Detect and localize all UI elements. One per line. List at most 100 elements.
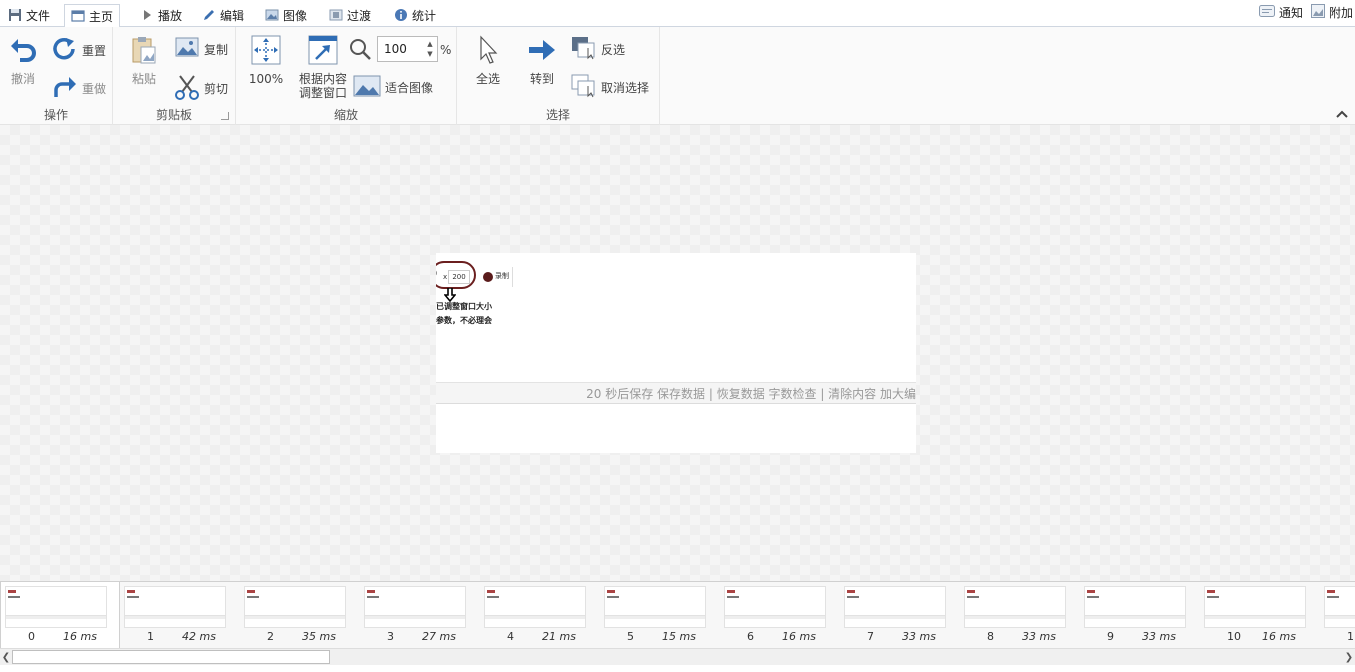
frame-hint-text: 已调整窗口大小 [436,302,492,311]
copy-icon [174,35,200,64]
frame-number: 0 [28,630,35,643]
cursor-icon [476,35,500,68]
frame-number: 5 [627,630,634,643]
frame-item[interactable]: 6 16 ms [720,582,840,648]
image-icon [265,8,279,22]
frame-delay: 42 ms [182,630,216,643]
invert-selection-button[interactable]: 反选 [571,36,625,63]
frame-thumbnail [364,586,466,628]
chevron-right-icon[interactable]: ❯ [1343,649,1355,665]
zoom-spinner[interactable]: ▲ ▼ [423,37,437,61]
status-strip [0,665,1355,672]
frame-item[interactable]: 7 33 ms [840,582,960,648]
frame-item[interactable]: 5 15 ms [600,582,720,648]
extras-icon [1310,4,1325,21]
frame-item[interactable]: 10 16 ms [1200,582,1320,648]
reset-icon [52,36,78,65]
frame-item[interactable]: 11 [1320,582,1355,648]
tab-home[interactable]: 主页 [64,4,121,27]
tab-statistics[interactable]: 统计 [388,4,442,26]
notifications-button[interactable]: 通知 [1258,4,1303,21]
frame-thumbnail [604,586,706,628]
paste-button[interactable]: 粘贴 [129,35,159,86]
frame-delay: 33 ms [902,630,936,643]
invert-selection-icon [571,36,597,63]
tab-edit[interactable]: 编辑 [196,4,250,26]
zoom-100-button[interactable]: 100% [248,35,284,86]
group-label-select: 选择 [545,108,570,122]
ribbon: 撤消 重置 重做 操作 粘贴 复制 剪切 剪贴板 100% 根据内容 调整窗口 … [0,26,1355,126]
tab-label: 主页 [89,9,114,24]
frame-delay: 27 ms [422,630,456,643]
group-select: 全选 转到 反选 取消选择 选择 [457,27,660,126]
frame-item[interactable]: 4 21 ms [480,582,600,648]
extras-label: 附加 [1328,6,1353,20]
redo-icon [52,74,78,103]
fit-image-button[interactable]: 适合图像 [353,75,433,100]
frame-size-separator: x [443,273,448,281]
home-icon [71,9,85,23]
frame-list-scrollbar[interactable]: ❮ ❯ [0,648,1355,665]
zoom-percent-sign: % [440,43,452,57]
frame-delay: 35 ms [302,630,336,643]
copy-button[interactable]: 复制 [174,35,228,64]
frame-number: 10 [1227,630,1241,643]
frame-item[interactable]: 1 42 ms [120,582,240,648]
frame-height-field: 200 [448,270,470,284]
fit-image-icon [353,75,381,100]
frame-thumbnail [1204,586,1306,628]
tab-file[interactable]: 文件 [2,4,56,26]
extras-button[interactable]: 附加 [1310,4,1353,21]
zoom-level-input[interactable]: 100 ▲ ▼ [377,36,438,62]
frame-item[interactable]: 8 33 ms [960,582,1080,648]
fit-window-to-content-button[interactable]: 根据内容 调整窗口 [293,35,353,100]
current-frame-image: 0 x 200 录制 已调整窗口大小 参数，不必理会 20 秒后保存 保存数据 … [436,253,916,453]
tab-image[interactable]: 图像 [259,4,313,26]
frame-item[interactable]: 9 33 ms [1080,582,1200,648]
pencil-icon [202,8,216,22]
frame-item[interactable]: 0 16 ms [0,582,120,648]
tab-label: 编辑 [220,8,245,23]
frame-thumbnail [1324,586,1355,628]
tab-transition[interactable]: 过渡 [323,4,377,26]
group-label-actions: 操作 [43,108,68,122]
frame-thumbnail [1084,586,1186,628]
frame-delay: 15 ms [662,630,696,643]
tab-play[interactable]: 播放 [134,4,188,26]
select-all-button[interactable]: 全选 [473,35,503,86]
tabbar-right: 通知 附加 [1258,4,1353,21]
undo-icon [8,35,38,68]
tab-label: 文件 [26,8,51,23]
tab-label: 播放 [158,8,183,23]
editor-canvas[interactable]: 0 x 200 录制 已调整窗口大小 参数，不必理会 20 秒后保存 保存数据 … [0,125,1355,581]
frame-number: 9 [1107,630,1114,643]
goto-button[interactable]: 转到 [527,35,557,86]
group-zoom: 100% 根据内容 调整窗口 100 ▲ ▼ % 适合图像 缩放 [236,27,457,126]
frame-item[interactable]: 2 35 ms [240,582,360,648]
undo-button[interactable]: 撤消 [6,35,40,86]
chevron-up-icon[interactable] [1335,107,1349,121]
dialog-launcher-icon[interactable] [221,112,229,120]
frame-number: 1 [147,630,154,643]
deselect-button[interactable]: 取消选择 [571,74,649,101]
notifications-label: 通知 [1278,6,1303,20]
notification-icon [1258,5,1275,20]
group-clipboard: 粘贴 复制 剪切 剪贴板 [113,27,236,126]
tab-label: 过渡 [347,8,372,23]
redo-button[interactable]: 重做 [52,74,106,103]
cut-button[interactable]: 剪切 [174,74,228,103]
transition-icon [329,8,343,22]
tab-label: 统计 [412,8,437,23]
frame-number: 11 [1347,630,1355,643]
frame-item[interactable]: 3 27 ms [360,582,480,648]
tab-label: 图像 [283,8,308,23]
chevron-left-icon[interactable]: ❮ [0,649,12,665]
frame-thumbnail [244,586,346,628]
reset-button[interactable]: 重置 [52,36,106,65]
scrollbar-thumb[interactable] [12,650,330,664]
play-icon [140,8,154,22]
frame-number: 3 [387,630,394,643]
frame-thumbnail [124,586,226,628]
frame-delay: 21 ms [542,630,576,643]
frame-delay: 16 ms [782,630,816,643]
